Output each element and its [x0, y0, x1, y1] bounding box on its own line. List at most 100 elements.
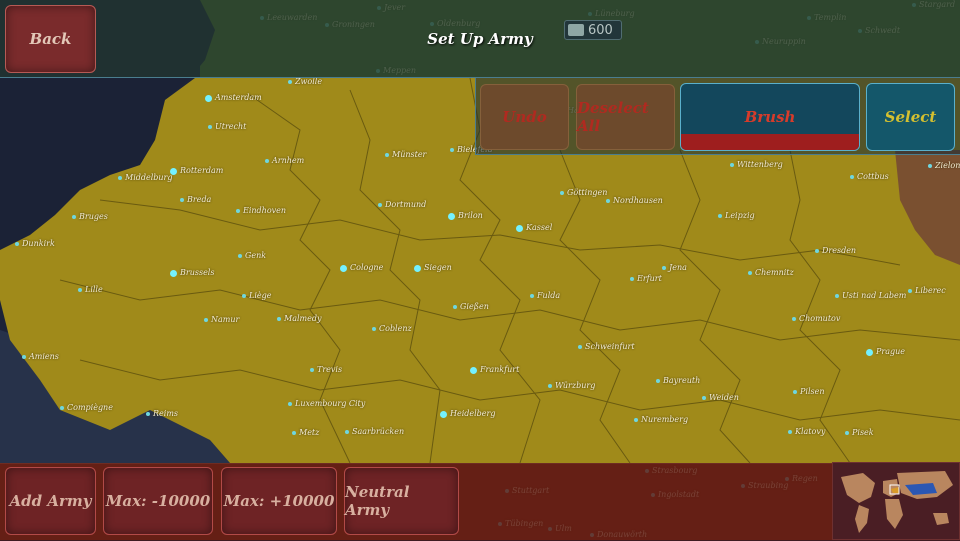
city-label[interactable]: Prague: [866, 347, 905, 357]
city-marker: [310, 368, 314, 372]
city-name: Metz: [299, 428, 320, 437]
city-label[interactable]: Middelburg: [118, 173, 173, 183]
city-label[interactable]: Heidelberg: [440, 409, 495, 419]
city-label[interactable]: Liège: [242, 291, 271, 301]
city-name: Frankfurt: [480, 365, 520, 374]
city-marker: [630, 277, 634, 281]
city-label[interactable]: Dunkirk: [15, 239, 55, 249]
city-label[interactable]: Breda: [180, 195, 211, 205]
neutral-army-button[interactable]: Neutral Army: [344, 467, 459, 535]
city-marker: [560, 191, 564, 195]
city-marker: [928, 164, 932, 168]
city-label[interactable]: Bruges: [72, 212, 108, 222]
city-label[interactable]: Nordhausen: [606, 196, 663, 206]
city-label[interactable]: Arnhem: [265, 156, 304, 166]
select-button[interactable]: Select: [866, 83, 955, 151]
city-label[interactable]: Metz: [292, 428, 319, 438]
city-marker: [788, 430, 792, 434]
city-name: Zwolle: [295, 77, 323, 86]
city-label[interactable]: Bayreuth: [656, 376, 700, 386]
add-army-button[interactable]: Add Army: [5, 467, 96, 535]
city-marker: [15, 242, 19, 246]
city-label[interactable]: Klatovy: [788, 427, 825, 437]
city-label[interactable]: Wittenberg: [730, 160, 783, 170]
max-plus-button[interactable]: Max: +10000: [221, 467, 337, 535]
city-label[interactable]: Compiègne: [60, 403, 113, 413]
city-name: Fulda: [537, 291, 561, 300]
city-label[interactable]: Eindhoven: [236, 206, 286, 216]
city-label[interactable]: Usti nad Labem: [835, 291, 906, 301]
city-label[interactable]: Coblenz: [372, 324, 412, 334]
max-minus-button[interactable]: Max: -10000: [103, 467, 213, 535]
city-label[interactable]: Malmedy: [277, 314, 321, 324]
city-label[interactable]: Dortmund: [378, 200, 426, 210]
city-label[interactable]: Namur: [204, 315, 239, 325]
city-label[interactable]: Pilsen: [793, 387, 825, 397]
city-label[interactable]: Brussels: [170, 268, 214, 278]
city-marker: [845, 431, 849, 435]
city-label[interactable]: Liberec: [908, 286, 946, 296]
city-label[interactable]: Brilon: [448, 211, 483, 221]
city-label[interactable]: Pisek: [845, 428, 874, 438]
brush-button[interactable]: Brush: [680, 83, 860, 151]
city-name: Gießen: [460, 302, 489, 311]
city-marker-large: [866, 348, 873, 356]
city-name: Siegen: [424, 263, 452, 272]
city-label[interactable]: Schweinfurt: [578, 342, 635, 352]
city-label[interactable]: Weiden: [702, 393, 739, 403]
troop-count: 600: [588, 22, 613, 38]
city-label[interactable]: Jena: [662, 263, 687, 273]
city-label[interactable]: Trevis: [310, 365, 342, 375]
city-label[interactable]: Zwolle: [288, 77, 322, 87]
city-label[interactable]: Leipzig: [718, 211, 755, 221]
city-name: Liège: [249, 291, 272, 300]
city-label[interactable]: Nuremberg: [634, 415, 688, 425]
city-name: Dortmund: [385, 200, 427, 209]
city-label[interactable]: Cologne: [340, 263, 383, 273]
city-name: Nordhausen: [613, 196, 663, 205]
city-label[interactable]: Rotterdam: [170, 166, 223, 176]
city-name: Schweinfurt: [585, 342, 635, 351]
city-marker: [265, 159, 269, 163]
city-label[interactable]: Luxembourg City: [288, 399, 365, 409]
city-name: Dresden: [822, 246, 857, 255]
city-label[interactable]: Reims: [146, 409, 178, 419]
city-label[interactable]: Würzburg: [548, 381, 595, 391]
city-label[interactable]: Erfurt: [630, 274, 662, 284]
city-label[interactable]: Amsterdam: [205, 93, 262, 103]
city-name: Cologne: [350, 263, 384, 272]
brush-active-indicator: [681, 134, 859, 150]
back-button[interactable]: Back: [5, 5, 96, 73]
city-label[interactable]: Fulda: [530, 291, 560, 301]
city-label[interactable]: Siegen: [414, 263, 452, 273]
city-name: Jena: [669, 263, 687, 272]
city-label[interactable]: Genk: [238, 251, 266, 261]
city-marker: [730, 163, 734, 167]
city-label[interactable]: Dresden: [815, 246, 856, 256]
city-label[interactable]: Göttingen: [560, 188, 607, 198]
city-label[interactable]: Utrecht: [208, 122, 246, 132]
city-label[interactable]: Amiens: [22, 352, 59, 362]
deselect-all-button[interactable]: Deselect All: [576, 84, 675, 150]
city-marker-large: [170, 269, 177, 277]
city-label[interactable]: Gießen: [453, 302, 489, 312]
city-label[interactable]: Chemnitz: [748, 268, 794, 278]
city-label[interactable]: Lille: [78, 285, 103, 295]
minimap[interactable]: [832, 462, 960, 540]
city-label[interactable]: Kassel: [516, 223, 552, 233]
city-marker: [372, 327, 376, 331]
undo-button[interactable]: Undo: [480, 84, 569, 150]
city-name: Coblenz: [379, 324, 412, 333]
city-marker: [548, 384, 552, 388]
city-label[interactable]: Münster: [385, 150, 426, 160]
city-name: Rotterdam: [180, 166, 224, 175]
city-name: Arnhem: [272, 156, 305, 165]
city-name: Pisek: [852, 428, 874, 437]
city-label[interactable]: Zielona: [928, 161, 960, 171]
city-label[interactable]: Frankfurt: [470, 365, 519, 375]
city-label[interactable]: Saarbrücken: [345, 427, 404, 437]
city-label[interactable]: Cottbus: [850, 172, 889, 182]
city-label[interactable]: Chomutov: [792, 314, 840, 324]
city-name: Chemnitz: [755, 268, 794, 277]
city-marker: [292, 431, 296, 435]
